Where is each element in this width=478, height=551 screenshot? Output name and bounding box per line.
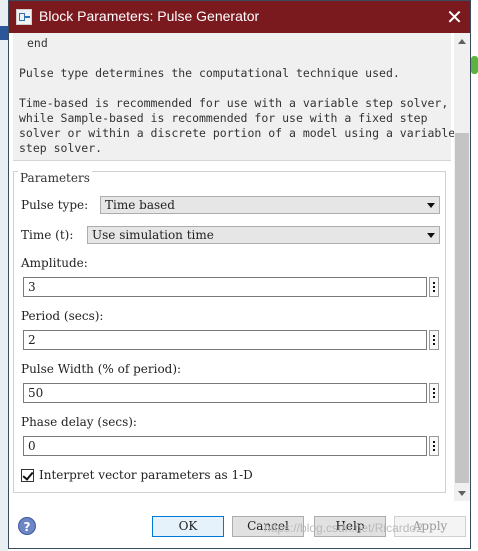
interpret-vector-checkbox[interactable] [21,469,34,482]
title-bar[interactable]: Block Parameters: Pulse Generator ✕ [9,1,470,33]
cancel-button[interactable]: Cancel [232,516,304,537]
apply-button[interactable]: Apply [394,516,466,537]
block-parameters-dialog: Block Parameters: Pulse Generator ✕ end … [8,0,471,549]
phase-delay-label: Phase delay (secs): [21,415,137,429]
scroll-down-arrow-icon[interactable] [458,491,466,496]
amplitude-input[interactable]: 3 [23,277,427,297]
description-paragraph-2: Time-based is recommended for use with a… [19,96,454,155]
pulse-type-value: Time based [105,198,175,212]
dialog-footer: ? OK Cancel Help Apply https://blog.csdn… [9,501,470,548]
background-run-icon-fragment [471,56,478,74]
time-value: Use simulation time [92,228,214,242]
phase-delay-input[interactable]: 0 [23,436,427,456]
description-panel: end Pulse type determines the computatio… [13,33,454,161]
dialog-content: end Pulse type determines the computatio… [9,33,454,501]
chevron-down-icon [427,233,435,238]
amplitude-more-options-icon[interactable] [429,277,439,297]
interpret-vector-label: Interpret vector parameters as 1-D [39,468,253,482]
scroll-up-arrow-icon[interactable] [458,39,466,44]
background-window-edge-left [0,0,8,551]
pulse-type-label: Pulse type: [21,198,89,212]
scrollbar-thumb[interactable] [455,133,469,483]
pulse-type-dropdown[interactable]: Time based [100,196,440,214]
chevron-down-icon [427,203,435,208]
period-label: Period (secs): [21,309,104,323]
parameters-group-title: Parameters [18,171,92,185]
close-button[interactable]: ✕ [439,1,470,33]
time-label: Time (t): [21,228,74,242]
window-title: Block Parameters: Pulse Generator [39,8,260,24]
help-button[interactable]: Help [314,516,386,537]
pulse-width-label: Pulse Width (% of period): [21,362,182,376]
amplitude-label: Amplitude: [21,256,88,270]
simulink-block-icon [16,9,32,25]
help-question-icon[interactable]: ? [18,517,36,535]
vertical-scrollbar[interactable] [454,33,470,501]
pulse-width-more-options-icon[interactable] [429,383,439,403]
description-paragraph-1: Pulse type determines the computational … [19,66,400,80]
background-window-edge-right [471,0,478,551]
background-toolbar-fragment [0,26,8,40]
period-more-options-icon[interactable] [429,330,439,350]
description-code-tail: end [27,36,48,50]
ok-button[interactable]: OK [152,516,224,537]
pulse-width-input[interactable]: 50 [23,383,427,403]
time-dropdown[interactable]: Use simulation time [87,226,440,244]
period-input[interactable]: 2 [23,330,427,350]
phase-delay-more-options-icon[interactable] [429,436,439,456]
